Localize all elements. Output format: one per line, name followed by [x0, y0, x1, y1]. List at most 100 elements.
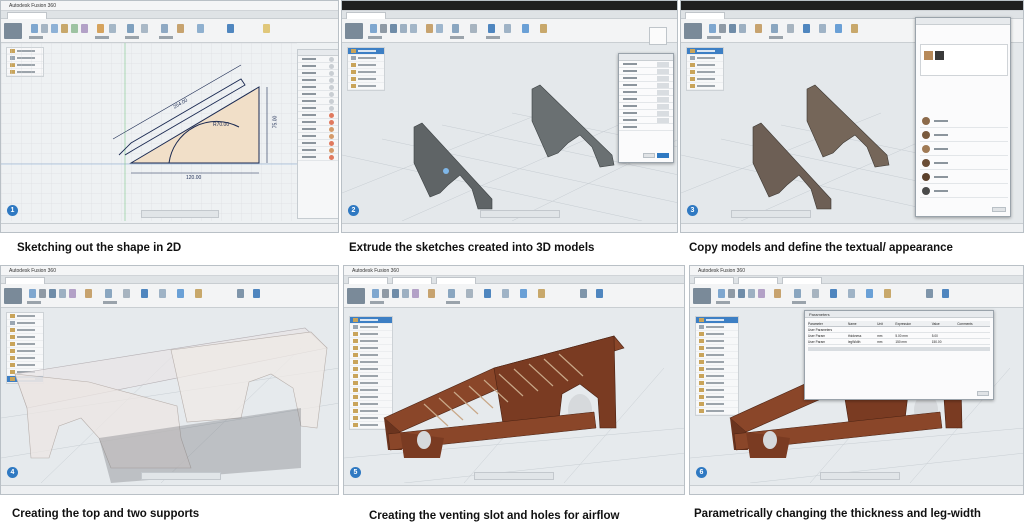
document-tab[interactable]	[782, 277, 822, 284]
workspace-switcher-button[interactable]	[4, 23, 22, 39]
cell[interactable]: 150 mm	[895, 339, 931, 344]
addins-icon[interactable]	[926, 289, 933, 298]
dialog-field[interactable]	[619, 82, 673, 89]
revolve-icon[interactable]	[59, 289, 66, 298]
palette-option[interactable]	[298, 133, 338, 140]
document-tab[interactable]	[392, 277, 432, 284]
addins-icon[interactable]	[580, 289, 587, 298]
document-tab[interactable]	[348, 277, 388, 284]
finish-sketch-icon[interactable]	[227, 24, 234, 33]
palette-option[interactable]	[298, 112, 338, 119]
create-sketch-icon[interactable]	[372, 289, 379, 298]
palette-option[interactable]	[298, 77, 338, 84]
dialog-field[interactable]	[619, 96, 673, 103]
workspace-switcher-button[interactable]	[684, 23, 702, 39]
library-item[interactable]	[920, 156, 1008, 170]
cell[interactable]: 5.00 mm	[895, 333, 931, 338]
create-sketch-icon[interactable]	[31, 24, 38, 33]
document-tab[interactable]	[7, 12, 47, 19]
dimension-label[interactable]: 120.00	[186, 175, 201, 181]
assemble-icon[interactable]	[771, 24, 778, 33]
navigation-bar[interactable]	[480, 210, 560, 218]
create-sketch-icon[interactable]	[29, 289, 36, 298]
select-icon[interactable]	[161, 24, 168, 33]
workspace-switcher-button[interactable]	[4, 288, 22, 304]
document-tab[interactable]	[5, 277, 45, 284]
timeline[interactable]	[1, 485, 338, 494]
workspace-switcher-button[interactable]	[347, 288, 365, 304]
inspect-icon[interactable]	[141, 289, 148, 298]
dialog-field[interactable]	[619, 117, 673, 124]
inspect-icon[interactable]	[803, 24, 810, 33]
select-icon[interactable]	[522, 24, 529, 33]
sweep-icon[interactable]	[412, 289, 419, 298]
arc-icon[interactable]	[71, 24, 78, 33]
library-item[interactable]	[920, 184, 1008, 198]
fillet-icon[interactable]	[436, 24, 443, 33]
palette-option[interactable]	[298, 70, 338, 77]
sketch-canvas[interactable]	[1, 43, 297, 221]
dialog-field[interactable]	[619, 103, 673, 110]
document-tab[interactable]	[685, 12, 725, 19]
select-icon[interactable]	[866, 289, 873, 298]
navigation-bar[interactable]	[820, 472, 900, 480]
press-pull-icon[interactable]	[426, 24, 433, 33]
modify-icon[interactable]	[774, 289, 781, 298]
navigation-bar[interactable]	[141, 210, 219, 218]
document-tab[interactable]	[346, 12, 386, 19]
model-viewport[interactable]	[344, 308, 685, 483]
timeline[interactable]	[681, 223, 1023, 232]
assemble-icon[interactable]	[448, 289, 455, 298]
insert-icon[interactable]	[819, 24, 826, 33]
palette-option[interactable]	[298, 56, 338, 63]
navigation-bar[interactable]	[141, 472, 221, 480]
make-icon[interactable]	[177, 24, 184, 33]
revolve-icon[interactable]	[400, 24, 407, 33]
wood-swatch[interactable]	[924, 51, 933, 60]
table-row[interactable]: User Param legWidth mm 150 mm 150.00	[808, 339, 990, 345]
select-icon[interactable]	[520, 289, 527, 298]
construct-icon[interactable]	[812, 289, 819, 298]
assemble-icon[interactable]	[794, 289, 801, 298]
create-form-icon[interactable]	[719, 24, 726, 33]
create-sketch-icon[interactable]	[718, 289, 725, 298]
palette-option[interactable]	[298, 91, 338, 98]
library-item[interactable]	[920, 170, 1008, 184]
circle-icon[interactable]	[61, 24, 68, 33]
revolve-icon[interactable]	[402, 289, 409, 298]
navigation-bar[interactable]	[731, 210, 811, 218]
timeline[interactable]	[342, 223, 677, 232]
model-viewport[interactable]	[1, 308, 339, 483]
create-form-icon[interactable]	[380, 24, 387, 33]
create-form-icon[interactable]	[382, 289, 389, 298]
palette-option[interactable]	[298, 140, 338, 147]
ok-button[interactable]	[657, 153, 669, 158]
create-form-icon[interactable]	[728, 289, 735, 298]
extrude-icon[interactable]	[729, 24, 736, 33]
palette-option[interactable]	[298, 98, 338, 105]
palette-option[interactable]	[298, 126, 338, 133]
make-icon[interactable]	[851, 24, 858, 33]
make-icon[interactable]	[540, 24, 547, 33]
dialog-field[interactable]	[619, 68, 673, 75]
create-sketch-icon[interactable]	[370, 24, 377, 33]
dialog-field[interactable]	[619, 110, 673, 117]
construct-icon[interactable]	[470, 24, 477, 33]
insert-icon[interactable]	[504, 24, 511, 33]
construct-icon[interactable]	[787, 24, 794, 33]
palette-option[interactable]	[298, 154, 338, 161]
select-icon[interactable]	[177, 289, 184, 298]
inspect-icon[interactable]	[127, 24, 134, 33]
polygon-icon[interactable]	[81, 24, 88, 33]
dialog-field[interactable]	[619, 75, 673, 82]
addins-icon[interactable]	[237, 289, 244, 298]
make-icon[interactable]	[195, 289, 202, 298]
assemble-icon[interactable]	[105, 289, 112, 298]
revolve-icon[interactable]	[739, 24, 746, 33]
sweep-icon[interactable]	[410, 24, 417, 33]
create-sketch-icon[interactable]	[709, 24, 716, 33]
modify-icon[interactable]	[428, 289, 435, 298]
timeline[interactable]	[690, 485, 1023, 494]
insert-icon[interactable]	[502, 289, 509, 298]
sweep-icon[interactable]	[758, 289, 765, 298]
